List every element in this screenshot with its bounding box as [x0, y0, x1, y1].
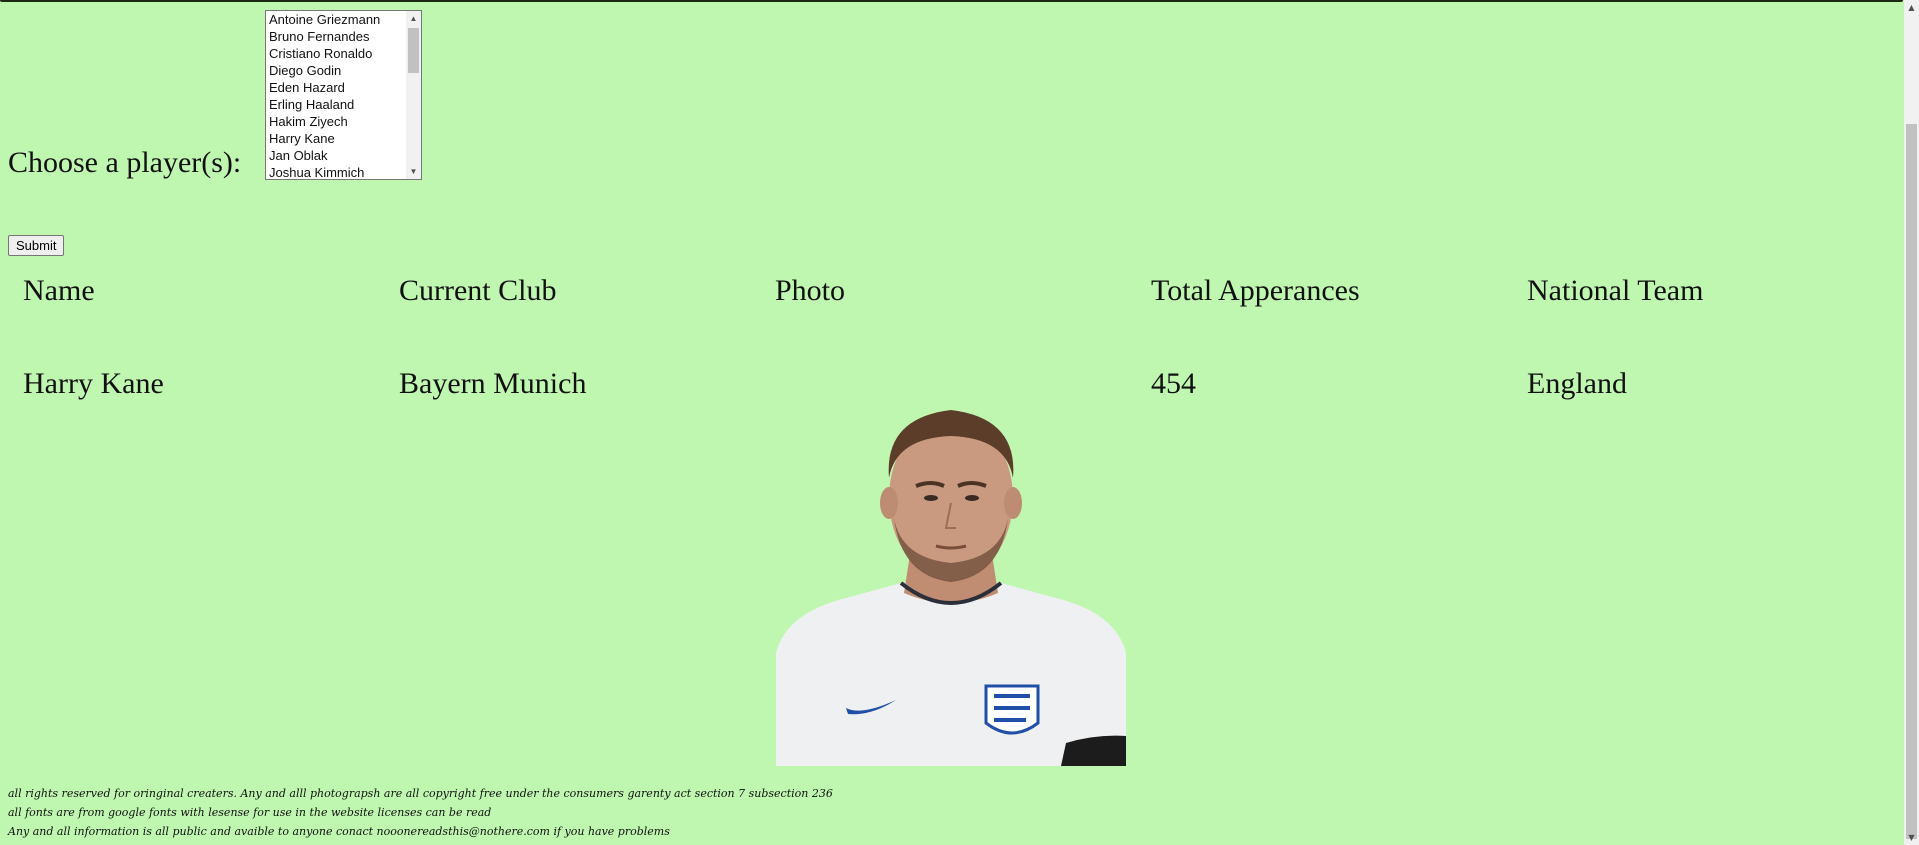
header-current-club: Current Club	[399, 274, 557, 307]
cell-total-appearances: 454	[1151, 367, 1196, 400]
footer-line: all fonts are from google fonts with les…	[8, 806, 492, 819]
header-name: Name	[23, 274, 95, 307]
scroll-up-icon[interactable]: ▲	[1904, 0, 1919, 15]
listbox-scrollbar[interactable]: ▲ ▼	[406, 11, 421, 179]
player-option[interactable]: Bruno Fernandes	[268, 28, 421, 45]
player-option[interactable]: Joshua Kimmich	[268, 164, 421, 179]
header-photo: Photo	[775, 274, 846, 307]
header-national-team: National Team	[1527, 274, 1704, 307]
player-option[interactable]: Antoine Griezmann	[268, 11, 421, 28]
player-option[interactable]: Cristiano Ronaldo	[268, 45, 421, 62]
player-listbox[interactable]: Antoine Griezmann Bruno Fernandes Cristi…	[265, 10, 422, 180]
footer-line: all rights reserved for oringinal create…	[8, 787, 833, 800]
player-option[interactable]: Hakim Ziyech	[268, 113, 421, 130]
player-option[interactable]: Jan Oblak	[268, 147, 421, 164]
cell-current-club: Bayern Munich	[399, 367, 587, 400]
scroll-down-icon[interactable]: ▼	[1904, 830, 1919, 845]
header-total-appearances: Total Apperances	[1151, 274, 1360, 307]
listbox-scroll-thumb[interactable]	[408, 28, 419, 73]
page-scroll-thumb[interactable]	[1906, 124, 1917, 839]
player-option[interactable]: Erling Haaland	[268, 96, 421, 113]
scroll-up-icon[interactable]: ▲	[406, 11, 421, 26]
scroll-down-icon[interactable]: ▼	[406, 164, 421, 179]
player-option[interactable]: Diego Godin	[268, 62, 421, 79]
player-option[interactable]: Harry Kane	[268, 130, 421, 147]
top-border	[0, 0, 1903, 2]
submit-button[interactable]: Submit	[8, 235, 65, 256]
cell-national-team: England	[1527, 367, 1627, 400]
page-scrollbar[interactable]: ▲ ▼	[1904, 0, 1919, 845]
player-shirt	[776, 583, 1126, 766]
footer-line: Any and all information is all public an…	[8, 825, 670, 838]
page: Choose a player(s): Antoine Griezmann Br…	[0, 0, 1919, 845]
cell-player-name: Harry Kane	[23, 367, 164, 400]
footer: all rights reserved for oringinal create…	[8, 784, 833, 841]
player-option[interactable]: Eden Hazard	[268, 79, 421, 96]
player-photo	[776, 410, 1126, 766]
player-chooser-label: Choose a player(s):	[8, 146, 242, 179]
